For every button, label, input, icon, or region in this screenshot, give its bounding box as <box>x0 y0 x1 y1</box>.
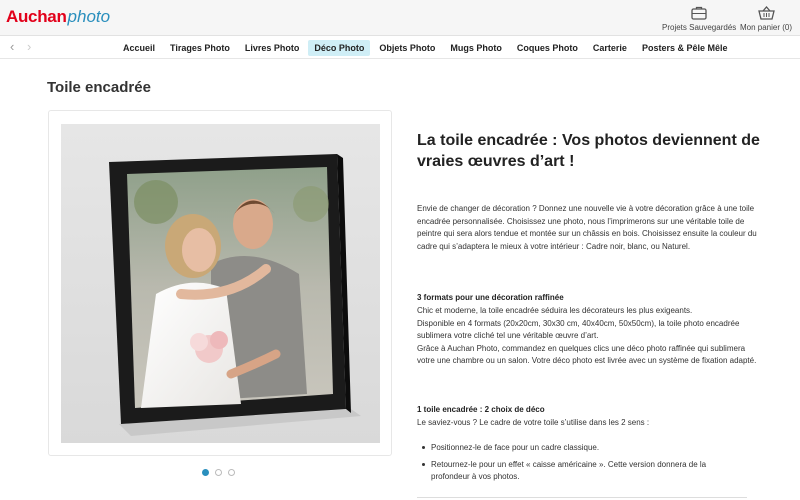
top-header: Auchan photo Projets Sauvegardés Mon pan… <box>0 0 800 36</box>
basket-icon <box>757 6 775 20</box>
gallery-dot[interactable] <box>202 469 209 476</box>
divider <box>417 497 747 498</box>
intro-paragraph: Envie de changer de décoration ? Donnez … <box>417 204 757 251</box>
saved-projects-button[interactable]: Projets Sauvegardés <box>662 6 736 32</box>
chevron-left-icon[interactable]: ‹ <box>10 40 14 54</box>
list-item: Retournez-le pour un effet « caisse amér… <box>420 459 740 484</box>
product-image-card <box>48 110 392 456</box>
nav-item-carterie[interactable]: Carterie <box>587 40 633 56</box>
page-title: Toile encadrée <box>47 79 151 96</box>
gallery-dot[interactable] <box>215 469 222 476</box>
briefcase-icon <box>691 6 707 20</box>
nav-item-livres-photo[interactable]: Livres Photo <box>239 40 306 56</box>
category-nav: ‹ › Accueil Tirages Photo Livres Photo D… <box>0 37 800 59</box>
nav-item-accueil[interactable]: Accueil <box>117 40 161 56</box>
choices-list: Positionnez-le de face pour un cadre cla… <box>420 442 740 488</box>
list-item: Positionnez-le de face pour un cadre cla… <box>420 442 740 455</box>
nav-items: Accueil Tirages Photo Livres Photo Déco … <box>117 40 736 56</box>
formats-line: Chic et moderne, la toile encadrée sédui… <box>417 306 693 315</box>
formats-paragraph: Chic et moderne, la toile encadrée sédui… <box>417 305 757 368</box>
framed-canvas-illustration <box>109 154 361 436</box>
nav-item-mugs-photo[interactable]: Mugs Photo <box>444 40 508 56</box>
product-headline: La toile encadrée : Vos photos deviennen… <box>417 132 760 170</box>
logo-brand: Auchan <box>6 7 67 26</box>
cart-label: Mon panier (0) <box>740 23 793 32</box>
product-photo[interactable] <box>61 124 380 443</box>
logo-suffix: photo <box>67 7 111 26</box>
section-title-choices: 1 toile encadrée : 2 choix de déco <box>417 405 545 414</box>
chevron-right-icon[interactable]: › <box>27 40 31 54</box>
nav-item-objets-photo[interactable]: Objets Photo <box>373 40 441 56</box>
formats-line: Disponible en 4 formats (20x20cm, 30x30 … <box>417 318 740 341</box>
section-title-formats: 3 formats pour une décoration raffinée <box>417 293 564 302</box>
nav-item-posters[interactable]: Posters & Pêle Mêle <box>636 40 734 56</box>
gallery-dot[interactable] <box>228 469 235 476</box>
nav-item-coques-photo[interactable]: Coques Photo <box>511 40 584 56</box>
cart-button[interactable]: Mon panier (0) <box>740 6 792 32</box>
nav-item-deco-photo[interactable]: Déco Photo <box>308 40 371 56</box>
choices-intro: Le saviez-vous ? Le cadre de votre toile… <box>417 418 650 427</box>
auchan-photo-logo[interactable]: Auchan photo <box>6 7 110 29</box>
formats-line: Grâce à Auchan Photo, commandez en quelq… <box>417 343 757 366</box>
nav-item-tirages-photo[interactable]: Tirages Photo <box>164 40 236 56</box>
gallery-dots <box>202 469 241 476</box>
saved-projects-label: Projets Sauvegardés <box>662 23 737 32</box>
